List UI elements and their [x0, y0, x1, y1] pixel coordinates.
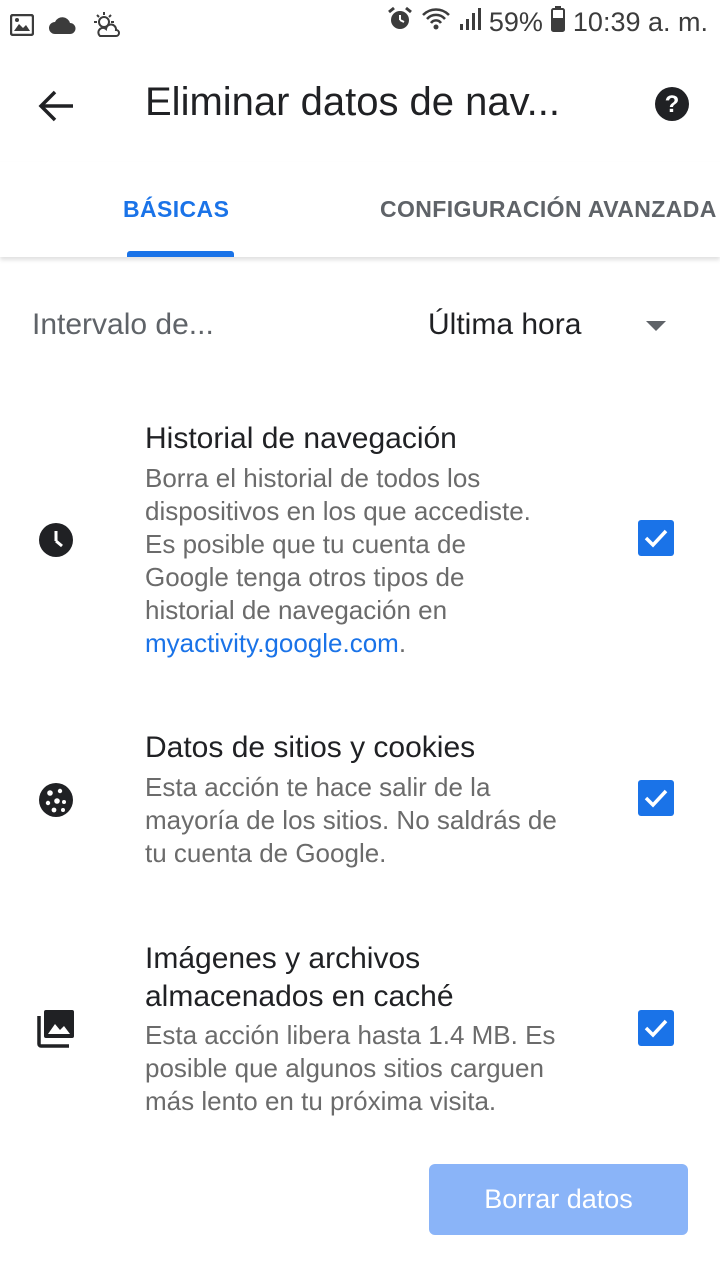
desc-line: myactivity.google.com.	[145, 627, 615, 660]
desc-line: Google tenga otros tipos de	[145, 562, 465, 592]
check-icon	[644, 1019, 668, 1038]
cookies-description: Esta acción te hace salir de la mayoría …	[145, 771, 615, 870]
history-description: Borra el historial de todos los disposit…	[145, 462, 615, 660]
desc-line: Esta acción libera hasta 1.4 MB. Es	[145, 1020, 556, 1050]
back-button[interactable]	[30, 82, 82, 134]
desc-line: historial de navegación en	[145, 595, 448, 625]
help-button[interactable]: ?	[652, 84, 692, 124]
tab-basicas[interactable]: BÁSICAS	[123, 196, 229, 223]
clear-data-button[interactable]: Borrar datos	[429, 1164, 688, 1235]
arrow-back-icon	[37, 89, 75, 128]
cache-description: Esta acción libera hasta 1.4 MB. Es posi…	[145, 1019, 615, 1118]
cache-title-line: almacenados en caché	[145, 980, 454, 1013]
desc-line: mayoría de los sitios. No saldrás de	[145, 805, 557, 835]
desc-line: dispositivos en los que accediste.	[145, 496, 531, 526]
check-icon	[644, 789, 668, 808]
cookies-title: Datos de sitios y cookies	[145, 731, 476, 764]
desc-line: posible que algunos sitios carguen	[145, 1053, 544, 1083]
tab-bar: BÁSICAS CONFIGURACIÓN AVANZADA	[0, 162, 720, 257]
desc-line: Esta acción te hace salir de la	[145, 772, 491, 802]
signal-icon	[459, 7, 481, 38]
status-left-icons	[9, 12, 120, 43]
image-icon	[9, 13, 35, 41]
alarm-icon	[387, 6, 413, 39]
cookies-checkbox[interactable]	[638, 780, 674, 816]
tab-configuracion-avanzada[interactable]: CONFIGURACIÓN AVANZADA	[380, 196, 717, 223]
clock-icon	[36, 520, 76, 560]
weather-icon	[90, 12, 120, 43]
check-icon	[644, 529, 668, 548]
active-tab-indicator	[127, 251, 234, 257]
page-title: Eliminar datos de nav...	[145, 80, 561, 124]
cloud-icon	[48, 15, 76, 40]
status-right: 59% 10:39 a. m.	[387, 6, 708, 39]
cache-checkbox[interactable]	[638, 1010, 674, 1046]
wifi-icon	[421, 7, 451, 38]
images-icon	[36, 1008, 76, 1048]
dropdown-arrow-icon[interactable]	[646, 321, 666, 331]
desc-line: tu cuenta de Google.	[145, 838, 387, 868]
link-suffix: .	[398, 628, 407, 658]
status-time: 10:39 a. m.	[572, 7, 708, 37]
myactivity-link[interactable]: myactivity.google.com	[145, 628, 399, 658]
history-title: Historial de navegación	[145, 422, 457, 455]
svg-text:?: ?	[665, 91, 680, 118]
desc-line: Es posible que tu cuenta de	[145, 529, 466, 559]
cookie-icon	[36, 780, 76, 820]
cache-title: Imágenes y archivos almacenados en caché	[145, 940, 454, 1016]
status-bar: 59% 10:39 a. m.	[0, 0, 720, 52]
app-bar: Eliminar datos de nav... ?	[0, 52, 720, 162]
cache-title-line: Imágenes y archivos	[145, 942, 421, 975]
time-range-dropdown[interactable]: Última hora	[428, 308, 581, 342]
battery-icon	[550, 6, 565, 39]
help-icon: ?	[652, 87, 692, 128]
time-range-label: Intervalo de...	[32, 308, 214, 341]
desc-line: Borra el historial de todos los	[145, 463, 481, 493]
desc-line: más lento en tu próxima visita.	[145, 1086, 497, 1116]
history-checkbox[interactable]	[638, 520, 674, 556]
battery-percentage: 59%	[488, 7, 543, 37]
